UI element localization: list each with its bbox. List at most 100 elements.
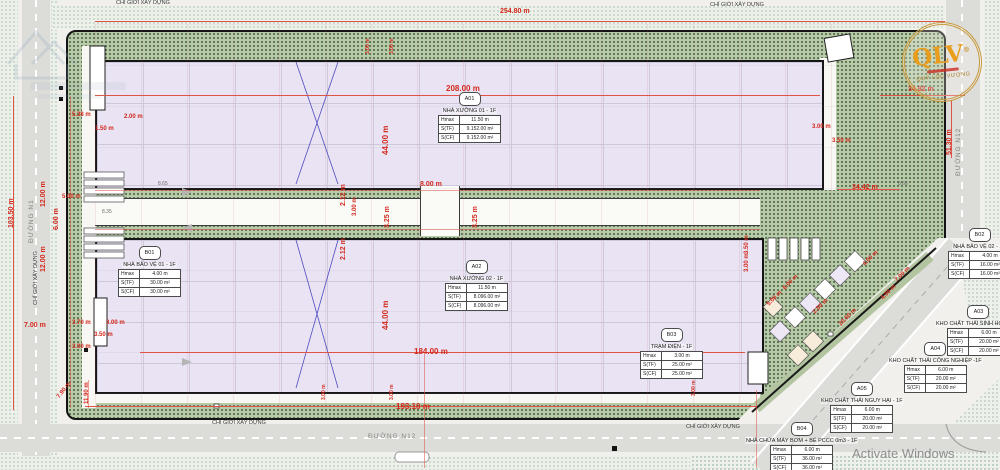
- ramp: [823, 33, 855, 63]
- table-key: Hmax: [445, 283, 467, 293]
- table-value: 8.096.00 m²: [466, 292, 508, 302]
- table-value: 9.152.00 m²: [459, 133, 501, 143]
- info-table-a02: A02 NHÀ XƯỞNG 02 - 1F Hmax 11.50 m S(TF) 8.09…: [445, 260, 508, 311]
- table-key: S(CF): [903, 383, 926, 393]
- table-value: 8.096.00 m²: [466, 301, 508, 311]
- building-title: KHO CHẤT THẢI SINH HOẠT - 1F: [935, 321, 1000, 327]
- dimension-label: 3.00 m: [389, 38, 395, 54]
- flow-arrows: [182, 188, 192, 366]
- boundary-label: CHỈ GIỚI XÂY DỰNG: [33, 251, 39, 305]
- dimension-label: 3.25 m: [472, 206, 479, 228]
- building-title: NHÀ BẢO VỆ 01 - 1F: [122, 262, 177, 268]
- table-key: S(CF): [640, 369, 662, 379]
- dimension-label: 34.42 m: [852, 184, 878, 191]
- dimension-line: [95, 21, 945, 22]
- table-key: S(CF): [770, 463, 793, 470]
- building-badge: A02: [465, 260, 488, 274]
- table-value: 30.00 m²: [139, 287, 181, 297]
- dimension-label: 3.70 m: [72, 320, 91, 326]
- dimension-label: 184.00 m: [414, 347, 448, 356]
- table-value: 16.00 m²: [969, 269, 1000, 279]
- table-value: 4.00 m: [139, 269, 181, 279]
- site-plan-canvas: QLV® QUÝ LỘC VƯỢNG Activate Windows 254.…: [0, 0, 1000, 470]
- building-data-table: Hmax 6.00 m S(TF) 36.00 m² S(CF) 36.00 m²: [770, 445, 834, 470]
- table-value: 11.50 m: [466, 283, 508, 293]
- building-title: NHÀ XƯỞNG 02 - 1F: [448, 276, 505, 282]
- table-value: 25.00 m²: [661, 360, 703, 370]
- table-key: Hmax: [903, 365, 926, 375]
- road-label: ĐƯỜNG N12: [955, 127, 962, 176]
- building-data-table: Hmax 3.00 m S(TF) 25.00 m² S(CF) 25.00 m²: [640, 351, 703, 379]
- dimension-label: 51.30 m: [946, 129, 953, 155]
- info-table-a01: A01 NHÀ XƯỞNG 01 - 1F Hmax 11.50 m S(TF) 9.15…: [438, 92, 501, 143]
- table-value: 25.00 m²: [661, 369, 703, 379]
- table-value: 36.00 m²: [791, 463, 834, 470]
- dimension-label: 3.50 m: [94, 332, 113, 338]
- dimension-label: 44.00 m: [381, 125, 390, 155]
- table-key: S(TF): [770, 454, 793, 464]
- info-table-b04: B04 NHÀ CHỨA MÁY BƠM + BỂ PCCC 0m3 - 1F Hm…: [745, 422, 859, 470]
- table-value: 20.00 m²: [924, 383, 967, 393]
- boundary-label: CHỈ GIỚI XÂY DỰNG: [116, 0, 170, 6]
- table-value: 4.00 m: [969, 251, 1000, 261]
- building-title: KHO CHẤT THẢI NGUY HẠI - 1F: [820, 398, 904, 404]
- dimension-label: 3.25 m: [384, 206, 391, 228]
- building-badge: B04: [790, 422, 813, 436]
- table-key: S(TF): [445, 292, 467, 302]
- dimension-label: 2.00 m: [124, 114, 143, 120]
- dimension-label: 3.00 m: [691, 380, 697, 396]
- table-key: S(CF): [445, 301, 467, 311]
- qlv-logo-subtext: QUÝ LỘC VƯỢNG: [916, 71, 971, 83]
- table-value: 36.00 m²: [791, 454, 834, 464]
- table-value: 6.00 m: [791, 445, 834, 455]
- building-badge: B01: [138, 246, 161, 260]
- boundary-label: CHỈ GIỚI XÂY DỰNG: [212, 420, 266, 426]
- slope-lines: [295, 61, 339, 389]
- registered-mark: ®: [962, 44, 971, 55]
- elevation-label: 8.66: [898, 181, 908, 187]
- building-badge: A05: [850, 382, 873, 396]
- road-label: ĐƯỜNG N1: [28, 199, 35, 243]
- info-table-b02: B02 NHÀ BẢO VỆ 02 - 1FHmax4.00 mS(TF)16.0…: [948, 228, 1000, 279]
- building-data-table: Hmax 4.00 m S(TF) 30.00 m² S(CF) 30.00 m²: [118, 269, 181, 297]
- building-data-table: Hmax 11.50 m S(TF) 9.152.00 m² S(CF) 9.152.00…: [438, 115, 501, 143]
- dimension-label: 254.80 m: [500, 8, 530, 15]
- building-title: NHÀ XƯỞNG 01 - 1F: [441, 108, 498, 114]
- dimension-line: [95, 190, 760, 191]
- building-title: TRẠM ĐIỆN - 1F: [649, 344, 694, 350]
- building-badge: A01: [458, 92, 481, 106]
- table-key: S(CF): [118, 287, 140, 297]
- table-value: 6.00 m: [924, 365, 967, 375]
- table-key: Hmax: [946, 328, 969, 338]
- dimension-label: 2.12 m: [340, 238, 347, 260]
- table-key: Hmax: [118, 269, 140, 279]
- table-key: S(TF): [118, 278, 140, 288]
- table-key: Hmax: [640, 351, 662, 361]
- dimension-label: 193.10 m: [396, 402, 430, 411]
- dimension-label: 5.38 m: [72, 112, 91, 118]
- dimension-label: 3.50 m: [832, 138, 851, 144]
- qlv-logo-ring: QLV® QUÝ LỘC VƯỢNG: [898, 18, 986, 106]
- dimension-label: 44.00 m: [381, 300, 390, 330]
- building-data-table: Hmax 11.50 m S(TF) 8.096.00 m² S(CF) 8.096.00…: [445, 283, 508, 311]
- building-data-table: Hmax 6.00 m S(TF) 20.00 m² S(CF) 20.00 m²: [903, 365, 967, 393]
- dimension-label: 3.00 m: [72, 344, 91, 350]
- building-badge: A03: [967, 305, 990, 319]
- dimension-label: 3.00 m: [389, 384, 395, 400]
- table-value: 3.00 m: [661, 351, 703, 361]
- qlv-logo-text: QLV®: [910, 39, 971, 73]
- dimension-line: [95, 229, 760, 230]
- building-badge: A04: [924, 342, 947, 356]
- dimension-label: 3.00 m: [106, 320, 125, 326]
- dimension-label: 3.00 m: [365, 38, 371, 54]
- boundary-label: CHỈ GIỚI XÂY DỰNG: [686, 424, 740, 430]
- dimension-label: 8.00 m: [420, 181, 442, 188]
- activate-windows-text: Activate Windows: [852, 446, 955, 461]
- dimension-label: 3.00 m: [352, 197, 358, 216]
- table-value: 16.00 m²: [969, 260, 1000, 270]
- table-key: S(CF): [438, 133, 460, 143]
- dimension-label: 5.00 m: [62, 194, 81, 200]
- building-data-table: Hmax 4.00 m S(TF) 16.00 m² S(CF) 16.00 m²: [948, 251, 1000, 279]
- table-value: 6.00 m: [967, 328, 1000, 338]
- building-title: NHÀ CHỨA MÁY BƠM + BỂ PCCC 0m3 - 1F: [745, 438, 859, 444]
